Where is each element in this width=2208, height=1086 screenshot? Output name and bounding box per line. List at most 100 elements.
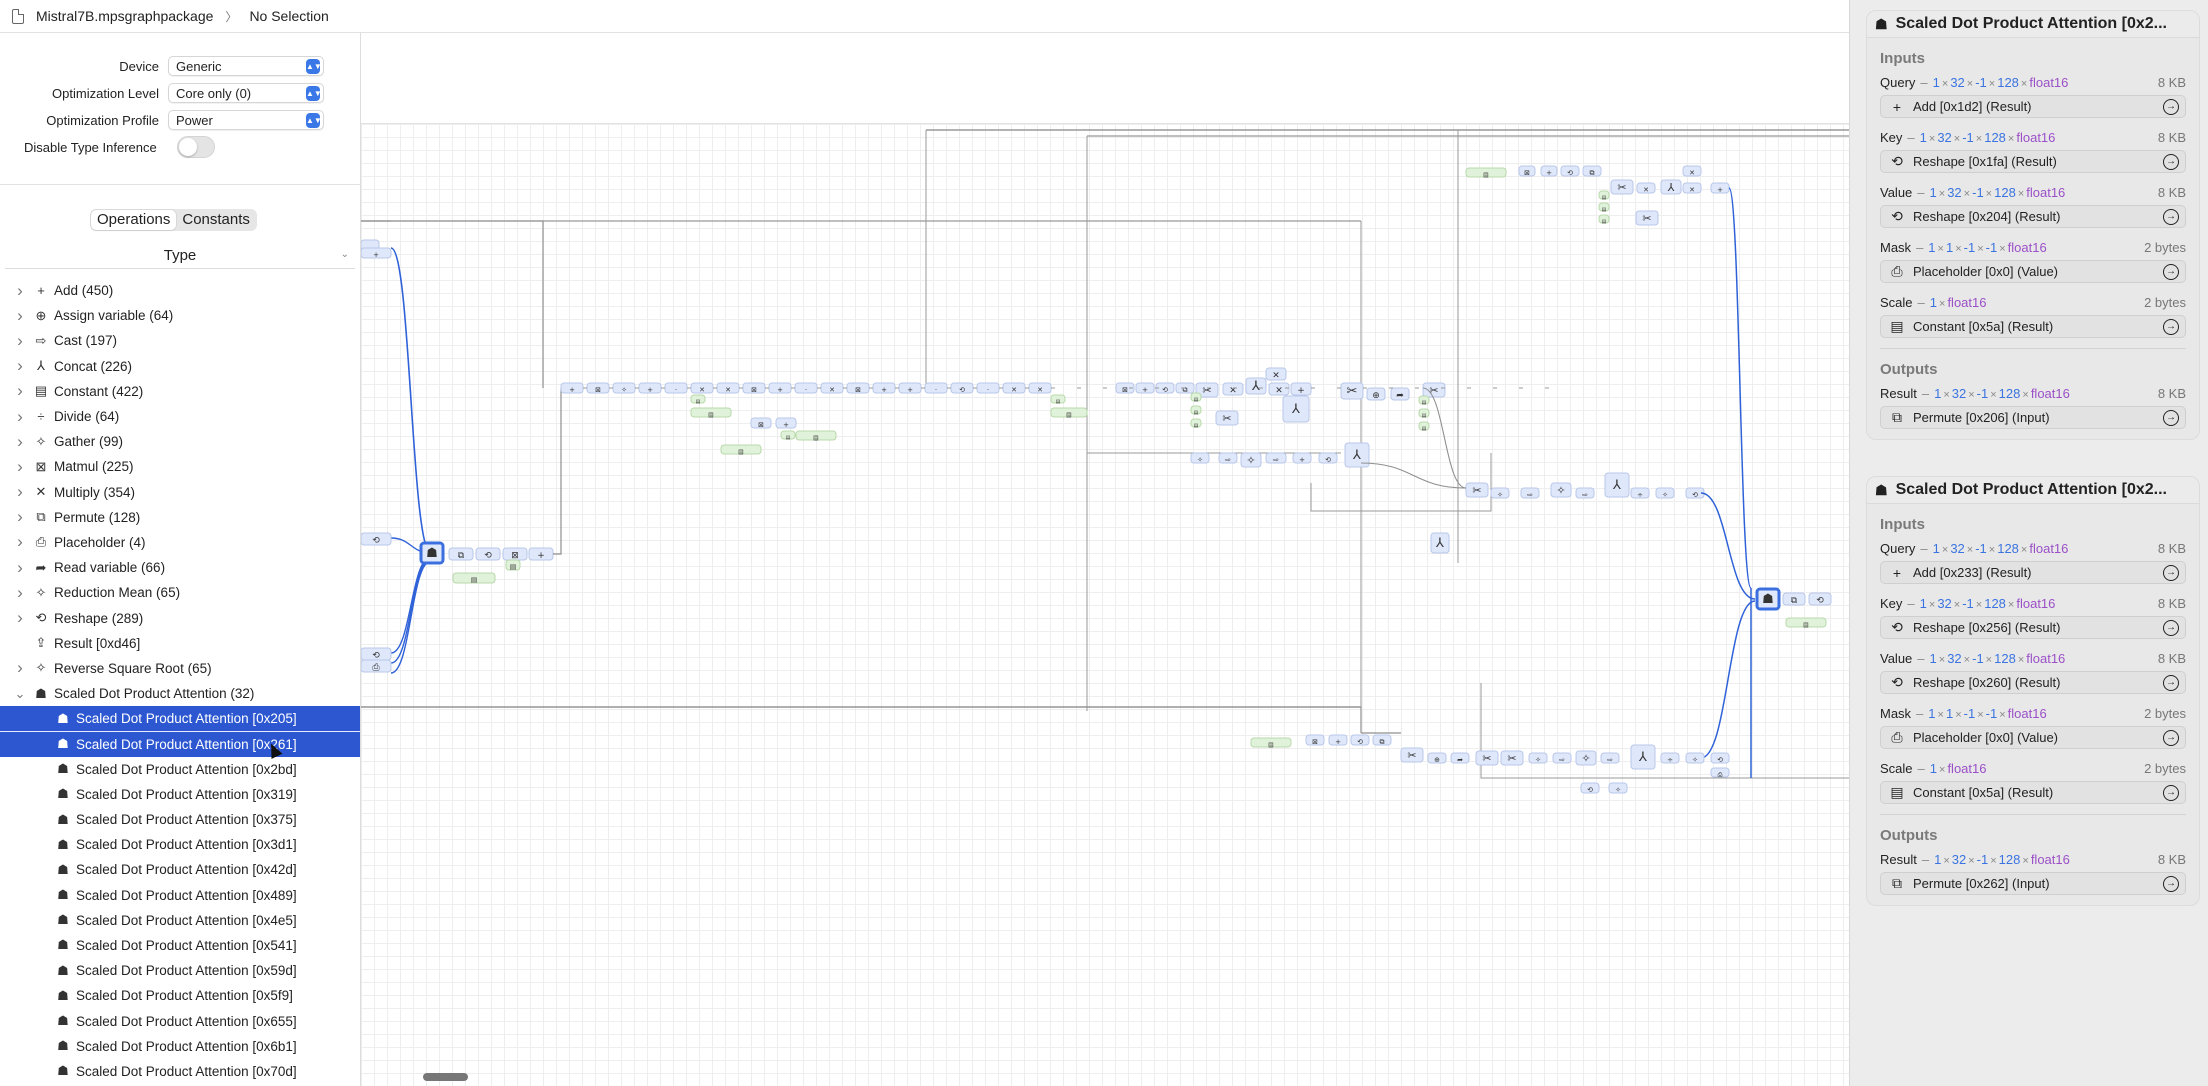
chevron-right-icon[interactable]: › (10, 432, 30, 452)
operation-type-row[interactable]: › + Add (450) (0, 278, 360, 303)
node-glyph[interactable]: ▤ (696, 399, 701, 405)
source-link-button[interactable]: ⟲ Reshape [0x260] (Result) → (1880, 671, 2186, 694)
source-link-button[interactable]: ⧉ Permute [0x262] (Input) → (1880, 872, 2186, 895)
node-glyph[interactable]: ⊠ (1524, 169, 1530, 177)
node-glyph[interactable]: ▤ (510, 563, 517, 571)
operation-type-row[interactable]: › ⎙ Placeholder (4) (0, 530, 360, 555)
node-glyph[interactable]: ▤ (1602, 195, 1607, 201)
horizontal-scrollbar[interactable] (423, 1073, 468, 1081)
sdpa-list-item[interactable]: ☗ Scaled Dot Product Attention [0x205] (0, 706, 360, 732)
navigate-arrow-icon[interactable]: → (2163, 784, 2179, 801)
breadcrumb-file[interactable]: Mistral7B.mpsgraphpackage (36, 8, 213, 24)
node-glyph[interactable]: ⇨ (1225, 456, 1231, 464)
node-glyph[interactable]: ▤ (813, 435, 819, 442)
node-glyph[interactable]: ⊕ (1372, 391, 1380, 401)
node-glyph[interactable]: ➦ (1396, 391, 1404, 401)
node-glyph[interactable]: ✧ (1197, 456, 1203, 464)
node-glyph[interactable]: ✕ (1689, 169, 1695, 177)
node-glyph[interactable]: ⊠ (1122, 386, 1128, 394)
source-link-button[interactable]: ▤ Constant [0x5a] (Result) → (1880, 781, 2186, 804)
chevron-right-icon[interactable]: › (10, 407, 30, 427)
node-glyph[interactable]: ✂ (1429, 384, 1438, 397)
chevron-right-icon[interactable]: › (10, 532, 30, 552)
node-glyph[interactable]: ▤ (738, 449, 744, 456)
node-glyph[interactable]: ☗ (1762, 592, 1774, 607)
operation-type-row[interactable]: › ⊠ Matmul (225) (0, 454, 360, 479)
chevron-right-icon[interactable]: › (10, 356, 30, 376)
sdpa-list-item[interactable]: ☗ Scaled Dot Product Attention [0x5f9] (0, 983, 360, 1008)
node-glyph[interactable]: ⟲ (372, 536, 380, 546)
navigate-arrow-icon[interactable]: → (2163, 875, 2179, 892)
operation-type-row[interactable]: ⌄ ☗ Scaled Dot Product Attention (32) (0, 681, 360, 706)
node-glyph[interactable]: ▤ (1483, 172, 1489, 179)
node-glyph[interactable]: + (1335, 738, 1341, 746)
node-glyph[interactable]: ⟲ (1717, 756, 1723, 764)
node-glyph[interactable]: ⊠ (758, 421, 764, 429)
node-glyph[interactable]: + (783, 421, 789, 429)
node-glyph[interactable]: ⅄ (1668, 181, 1675, 194)
operation-type-row[interactable]: › ÷ Divide (64) (0, 404, 360, 429)
node-glyph[interactable]: ⇨ (1559, 756, 1565, 764)
chevron-right-icon[interactable]: › (10, 457, 30, 477)
node-glyph[interactable]: ✧ (1662, 491, 1668, 499)
node-glyph[interactable]: + (569, 386, 575, 394)
node-glyph[interactable]: ✧ (1535, 756, 1541, 764)
node-glyph[interactable]: ✕ (1643, 186, 1649, 194)
operation-type-row[interactable]: › ▤ Constant (422) (0, 379, 360, 404)
graph-canvas[interactable]: + ⟲ ⟲ ⎙ ☗ ⧉ ⟲ ⊠ + ▤ ▤ + ⊠ ✧ + · ✕ ✕ ⊠ + · ✕ ⊠ + + · ⟲ · ✕ ✕ ▤ ▤ ▤ ⊠ + ▤ ▤ ▤ ▤ ⊠… (361, 33, 1849, 1086)
chevron-right-icon[interactable]: › (10, 583, 30, 603)
node-glyph[interactable]: ✕ (1689, 186, 1695, 194)
optimization-level-popup[interactable]: Core only (0) ▲▼ (168, 83, 324, 103)
node-glyph[interactable]: ☗ (426, 546, 438, 561)
node-glyph[interactable]: ✧ (1497, 491, 1503, 499)
node-glyph[interactable]: ⟲ (1325, 456, 1331, 464)
source-link-button[interactable]: ▤ Constant [0x5a] (Result) → (1880, 315, 2186, 338)
node-glyph[interactable]: · (935, 386, 937, 394)
source-link-button[interactable]: ⟲ Reshape [0x256] (Result) → (1880, 616, 2186, 639)
tab-constants[interactable]: Constants (176, 210, 256, 230)
node-glyph[interactable]: + (1546, 169, 1552, 177)
node-glyph[interactable]: ▤ (1602, 207, 1607, 213)
node-glyph[interactable]: + (1142, 386, 1148, 394)
navigate-arrow-icon[interactable]: → (2163, 564, 2179, 581)
node-glyph[interactable]: ▤ (1422, 413, 1427, 419)
node-glyph[interactable]: ✂ (1347, 384, 1358, 399)
node-glyph[interactable]: ⅄ (1352, 448, 1361, 463)
node-glyph[interactable]: · (675, 386, 677, 394)
node-glyph[interactable]: ✧ (1556, 484, 1565, 497)
source-link-button[interactable]: + Add [0x233] (Result) → (1880, 561, 2186, 584)
node-glyph[interactable]: ▤ (1194, 397, 1199, 403)
operation-type-row[interactable]: › ⅄ Concat (226) (0, 354, 360, 379)
operation-type-row[interactable]: › ⧉ Permute (128) (0, 505, 360, 530)
chevron-right-icon[interactable]: › (10, 281, 30, 301)
optimization-profile-popup[interactable]: Power ▲▼ (168, 110, 324, 130)
operation-type-row[interactable]: › ➦ Read variable (66) (0, 555, 360, 580)
sdpa-list-item[interactable]: ☗ Scaled Dot Product Attention [0x375] (0, 807, 360, 832)
node-glyph[interactable]: ⅄ (1291, 402, 1300, 417)
node-glyph[interactable]: ▤ (1422, 426, 1427, 432)
node-glyph[interactable]: ⟲ (1162, 386, 1168, 394)
node-glyph[interactable]: ✕ (725, 386, 731, 394)
navigate-arrow-icon[interactable]: → (2163, 208, 2179, 225)
sdpa-list-item[interactable]: ☗ Scaled Dot Product Attention [0x59d] (0, 958, 360, 983)
node-glyph[interactable]: ⎙ (372, 663, 380, 673)
node-glyph[interactable]: ⊠ (855, 386, 861, 394)
node-glyph[interactable]: ▤ (1268, 742, 1274, 749)
operation-type-row[interactable]: › ✧ Reduction Mean (65) (0, 580, 360, 605)
node-glyph[interactable]: ✂ (1472, 484, 1481, 497)
node-glyph[interactable]: ⊕ (1434, 756, 1440, 764)
breadcrumb-selection[interactable]: No Selection (249, 8, 328, 24)
navigate-arrow-icon[interactable]: → (2163, 318, 2179, 335)
node-glyph[interactable]: ✕ (1275, 386, 1283, 396)
node-glyph[interactable]: ⟲ (484, 551, 492, 561)
source-link-button[interactable]: ⧉ Permute [0x206] (Input) → (1880, 406, 2186, 429)
node-glyph[interactable]: ⇨ (1607, 756, 1613, 764)
node-glyph[interactable]: ⧉ (1590, 169, 1595, 177)
chevron-right-icon[interactable]: › (10, 331, 30, 351)
operation-type-row[interactable]: › ✧ Reverse Square Root (65) (0, 656, 360, 681)
sdpa-list-item[interactable]: ☗ Scaled Dot Product Attention [0x70d] (0, 1059, 360, 1084)
node-glyph[interactable]: ⟲ (959, 386, 965, 394)
node-glyph[interactable]: ✧ (1581, 752, 1590, 765)
node-glyph[interactable]: ✂ (1617, 181, 1626, 194)
sdpa-list-item[interactable]: ☗ Scaled Dot Product Attention [0x6b1] (0, 1034, 360, 1059)
